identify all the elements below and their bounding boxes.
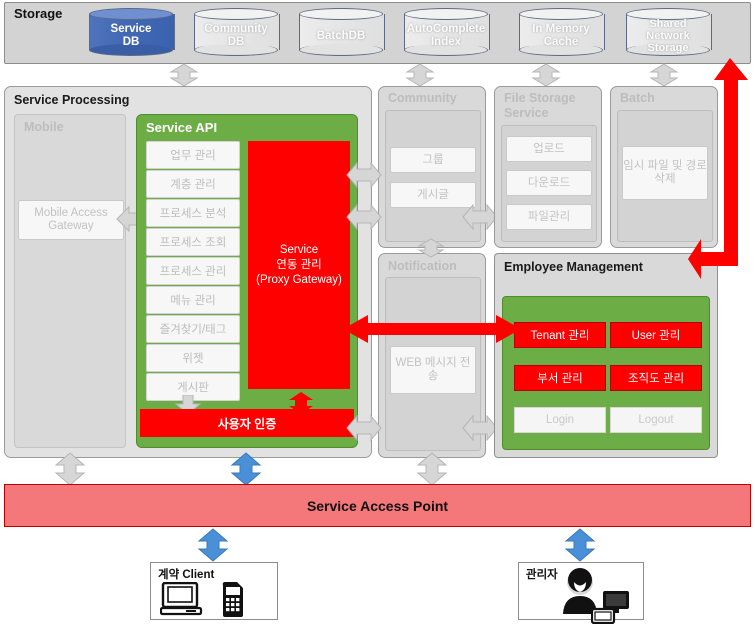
storage-cylinder-shared-network-storage[interactable]: Shared Network Storage [626,8,712,56]
notification-item-web-message[interactable]: WEB 메시지 전송 [390,346,476,394]
emp-button-department-management[interactable]: 부서 관리 [514,365,606,391]
cylinder-label: In Memory Cache [532,23,590,48]
api-item-프로세스관리[interactable]: 프로세스 관리 [146,257,240,285]
employee-management-title: Employee Management [504,260,643,274]
connector-arrow-sap-to-admin [562,528,598,562]
connector-arrow-auth-notification [346,415,382,441]
proxy-line-1: Service [279,243,319,256]
user-authentication-bar[interactable]: 사용자 인증 [140,409,354,437]
cylinder-label: Service DB [110,23,152,48]
file-storage-item-파일관리[interactable]: 파일관리 [506,204,592,230]
connector-arrow-api-employee-red [342,313,522,345]
cylinder-label: AutoComplete Index [406,23,486,48]
connector-arrow-storage-community [402,63,438,87]
emp-button-user-management[interactable]: User 관리 [610,322,702,348]
api-item-업무관리[interactable]: 업무 관리 [146,141,240,169]
emp-button-login[interactable]: Login [514,407,606,433]
notification-title: Notification [388,259,457,273]
storage-cylinder-in-memory-cache[interactable]: In Memory Cache [519,8,605,56]
cylinder-label: Community DB [204,23,268,48]
connector-arrow-api-community [346,162,382,188]
connector-arrow-notification-employee [462,415,498,441]
api-item-즐겨찾기태그[interactable]: 즐겨찾기/태그 [146,315,240,343]
connector-arrow-shared-storage-red [688,58,752,280]
community-title: Community [388,91,457,105]
proxy-gateway-box[interactable]: Service 연동 관리 (Proxy Gateway) [248,141,350,389]
connector-arrow-community-notification [414,238,448,258]
cylinder-label: BatchDB [316,29,366,42]
file-storage-item-다운로드[interactable]: 다운로드 [506,170,592,196]
mobile-phone-icon [217,578,247,623]
mobile-access-gateway-box[interactable]: Mobile Access Gateway [18,200,124,240]
connector-arrow-storage-service [166,63,202,87]
service-access-point-bar[interactable]: Service Access Point [4,484,751,527]
proxy-line-2: 연동 관리 [276,258,322,271]
storage-cylinder-service-db[interactable]: Service DB [89,8,175,56]
mobile-title: Mobile [24,120,64,134]
connector-arrow-api-to-sap [228,452,264,486]
connector-arrow-storage-filestorage [528,63,564,87]
file-storage-item-업로드[interactable]: 업로드 [506,136,592,162]
community-item-그룹[interactable]: 그룹 [390,147,476,173]
emp-button-logout[interactable]: Logout [610,407,702,433]
api-item-위젯[interactable]: 위젯 [146,344,240,372]
service-processing-title: Service Processing [14,93,130,107]
cylinder-label: Shared Network Storage [646,18,690,54]
connector-arrow-mobile-to-sap [52,452,88,486]
monitor-icon [590,590,631,629]
storage-cylinder-autocomplete-index[interactable]: AutoComplete Index [404,8,490,56]
emp-button-tenant-management[interactable]: Tenant 관리 [514,322,606,348]
connector-arrow-community-filestorage [462,204,498,230]
proxy-line-3: (Proxy Gateway) [256,273,342,286]
service-api-title: Service API [146,120,218,135]
admin-actor-label: 관리자 [526,569,558,581]
client-actor-label: 계약 Client [158,569,215,581]
batch-title: Batch [620,91,655,105]
api-item-계층관리[interactable]: 계층 관리 [146,170,240,198]
file-storage-service-title: File Storage Service [504,91,576,120]
emp-button-org-chart-management[interactable]: 조직도 관리 [610,365,702,391]
connector-arrow-api-filestorage [346,204,382,230]
connector-arrow-notification-to-sap [414,452,450,486]
api-item-프로세스분석[interactable]: 프로세스 분석 [146,199,240,227]
api-item-메뉴관리[interactable]: 메뉴 관리 [146,286,240,314]
mobile-panel [14,114,126,448]
connector-arrow-sap-to-client [195,528,231,562]
api-item-프로세스조회[interactable]: 프로세스 조회 [146,228,240,256]
storage-cylinder-community-db[interactable]: Community DB [194,8,280,56]
connector-arrow-storage-batch [646,63,682,87]
storage-title: Storage [14,6,63,21]
desktop-computer-icon [159,581,204,621]
storage-cylinder-batchdb[interactable]: BatchDB [299,8,385,56]
